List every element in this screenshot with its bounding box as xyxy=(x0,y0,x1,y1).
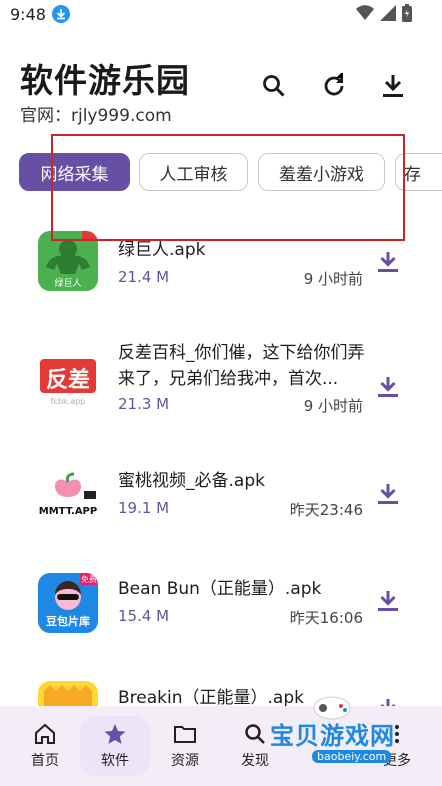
app-size: 19.1 M xyxy=(118,499,170,517)
app-badge: 免费 xyxy=(81,575,97,584)
battery-icon xyxy=(402,4,412,22)
list-item[interactable]: 反差 fcbk.app 反差百科_你们催，这下给你们弄来了，兄弟们给我冲，首次.… xyxy=(0,325,442,425)
nav-home-label: 首页 xyxy=(31,753,59,769)
search-button[interactable] xyxy=(258,70,290,102)
wifi-icon xyxy=(356,5,374,20)
download-button[interactable] xyxy=(377,250,399,274)
app-icon: 绿巨人 xyxy=(38,231,98,291)
list-item[interactable]: 绿巨人 绿巨人.apk 21.4 M 9 小时前 xyxy=(0,215,442,315)
watermark-url: baobeiy.com xyxy=(312,750,392,763)
app-size: 21.4 M xyxy=(118,268,170,286)
tab-more-partial[interactable]: 存 xyxy=(395,153,442,191)
nav-resources-label: 资源 xyxy=(171,753,199,769)
status-bar: 9:48 xyxy=(0,0,442,30)
star-icon xyxy=(104,724,126,744)
app-size: 15.4 M xyxy=(118,607,170,625)
refresh-icon xyxy=(324,73,344,96)
search-icon xyxy=(263,75,285,97)
folder-icon xyxy=(174,726,196,743)
app-time: 9 小时前 xyxy=(303,397,363,415)
download-button[interactable] xyxy=(377,482,399,506)
app-subtitle: 官网：rjly999.com xyxy=(20,106,172,126)
app-name: 反差百科_你们催，这下给你们弄来了，兄弟们给我冲，首次... xyxy=(118,343,365,389)
category-tabs: 网络采集 人工审核 羞羞小游戏 存 xyxy=(0,153,442,193)
download-icon xyxy=(378,377,398,397)
app-name: Bean Bun（正能量）.apk xyxy=(118,579,322,599)
download-icon xyxy=(378,252,398,272)
download-icon xyxy=(383,75,403,97)
download-notification-icon xyxy=(52,5,70,27)
app-icon-label: 绿巨人 xyxy=(54,279,82,289)
download-button[interactable] xyxy=(377,375,399,399)
app-icon-sub: fcbk.app xyxy=(50,397,86,406)
refresh-button[interactable] xyxy=(318,70,350,102)
download-icon xyxy=(378,591,398,611)
app-time: 昨天16:06 xyxy=(289,609,363,627)
app-icon-label: 反差 xyxy=(45,368,90,393)
app-icon-label: MMTT.APP xyxy=(38,506,98,517)
app-icon: MMTT.APP xyxy=(38,465,98,525)
nav-home[interactable]: 首页 xyxy=(10,706,80,786)
app-title: 软件游乐园 xyxy=(20,61,190,100)
app-size: 21.3 M xyxy=(118,395,170,413)
list-item[interactable]: 免费 豆包片库 Bean Bun（正能量）.apk 15.4 M 昨天16:06 xyxy=(0,567,442,667)
status-icons xyxy=(356,4,412,22)
nav-software[interactable]: 软件 xyxy=(80,706,150,786)
app-icon: 反差 fcbk.app xyxy=(38,351,98,411)
nav-resources[interactable]: 资源 xyxy=(150,706,220,786)
list-item[interactable]: MMTT.APP 蜜桃视频_必备.apk 19.1 M 昨天23:46 xyxy=(0,455,442,555)
watermark-logo: 宝贝游戏网 baobeiy.com xyxy=(262,686,412,776)
tab-manual-review[interactable]: 人工审核 xyxy=(139,153,248,191)
tab-network-collection[interactable]: 网络采集 xyxy=(19,153,130,191)
nav-software-label: 软件 xyxy=(101,753,129,769)
status-time: 9:48 xyxy=(10,5,46,24)
app-time: 9 小时前 xyxy=(303,270,363,288)
tab-mini-games[interactable]: 羞羞小游戏 xyxy=(258,153,385,191)
download-button[interactable] xyxy=(377,589,399,613)
download-icon xyxy=(378,484,398,504)
app-name: 蜜桃视频_必备.apk xyxy=(118,471,265,491)
app-icon: 免费 豆包片库 xyxy=(38,573,98,633)
signal-icon xyxy=(380,5,396,21)
app-name: 绿巨人.apk xyxy=(118,240,206,260)
app-time: 昨天23:46 xyxy=(289,501,363,519)
download-all-button[interactable] xyxy=(377,70,409,102)
home-icon xyxy=(35,723,55,744)
app-icon-label: 豆包片库 xyxy=(46,615,90,628)
watermark-text: 宝贝游戏网 xyxy=(270,722,395,750)
